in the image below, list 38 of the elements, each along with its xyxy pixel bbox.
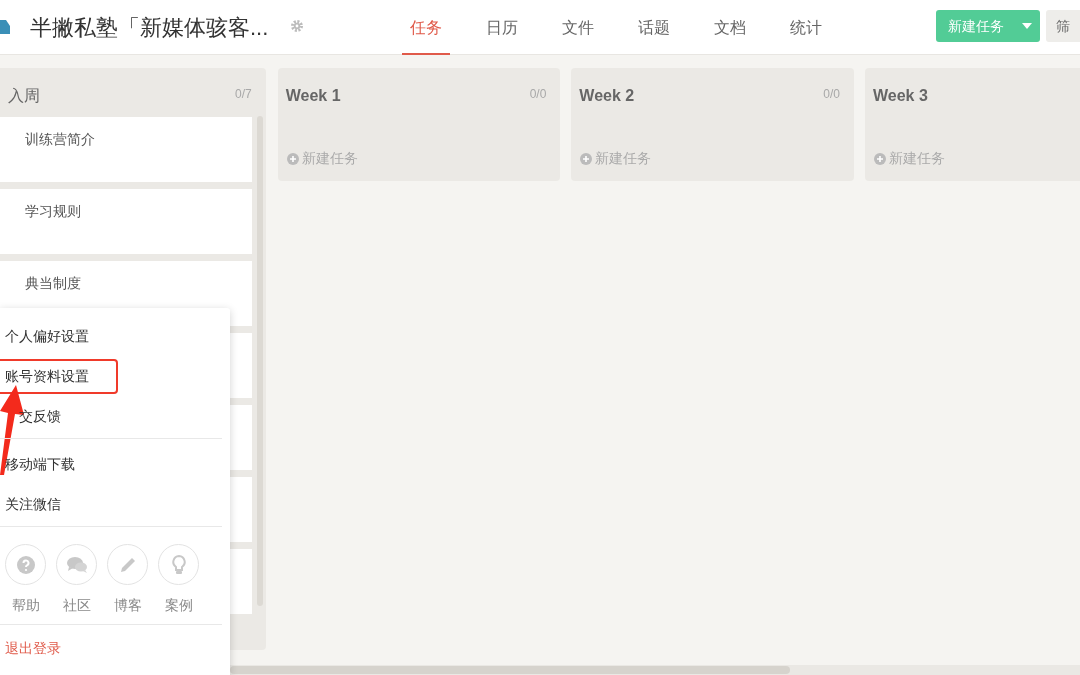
plus-icon	[580, 152, 593, 165]
lightbulb-icon	[171, 554, 186, 575]
task-count: 0/0	[823, 86, 840, 103]
icon-link-label: 帮助	[10, 596, 41, 615]
logo-icon[interactable]	[0, 18, 10, 36]
tab[interactable]: 日历	[478, 0, 526, 55]
pencil-icon	[118, 555, 137, 574]
menu-item[interactable]: 关注微信	[5, 494, 61, 515]
tab[interactable]: 话题	[630, 0, 678, 55]
plus-icon	[874, 152, 886, 165]
plus-icon	[286, 152, 299, 165]
column-title: Week 1	[285, 86, 341, 106]
menu-item[interactable]: 交反馈	[19, 406, 61, 427]
tab[interactable]: 统计	[782, 0, 830, 55]
icon-link-label: 社区	[61, 596, 92, 615]
task-card[interactable]: 训练营简介	[0, 117, 252, 182]
task-count: 0/7	[235, 86, 252, 103]
logout-link[interactable]: 退出登录	[5, 638, 61, 659]
menu-item[interactable]: 移动端下载	[5, 454, 75, 475]
tab[interactable]: 文件	[554, 0, 602, 55]
chat-icon	[65, 555, 88, 574]
task-card[interactable]: 学习规则	[0, 189, 252, 254]
caret-icon[interactable]	[1022, 23, 1032, 29]
settings-icon[interactable]	[290, 19, 304, 33]
scrollbar[interactable]	[230, 666, 790, 674]
tab[interactable]: 任务	[402, 0, 450, 55]
icon-link-label: 案例	[163, 596, 194, 615]
menu-item[interactable]: 个人偏好设置	[5, 326, 89, 347]
column-title: Week 3	[873, 86, 928, 106]
filter-button[interactable]: 筛	[1046, 10, 1080, 42]
icon-link-label: 博客	[112, 596, 143, 615]
menu-item[interactable]: 账号资料设置	[5, 366, 89, 387]
column-title: Week 2	[579, 86, 635, 106]
help-icon	[16, 555, 35, 574]
tab[interactable]: 文档	[706, 0, 754, 55]
column-title: 入周	[8, 86, 40, 106]
project-title: 半撇私塾「新媒体骇客...	[30, 14, 269, 42]
task-count: 0/0	[529, 86, 547, 103]
